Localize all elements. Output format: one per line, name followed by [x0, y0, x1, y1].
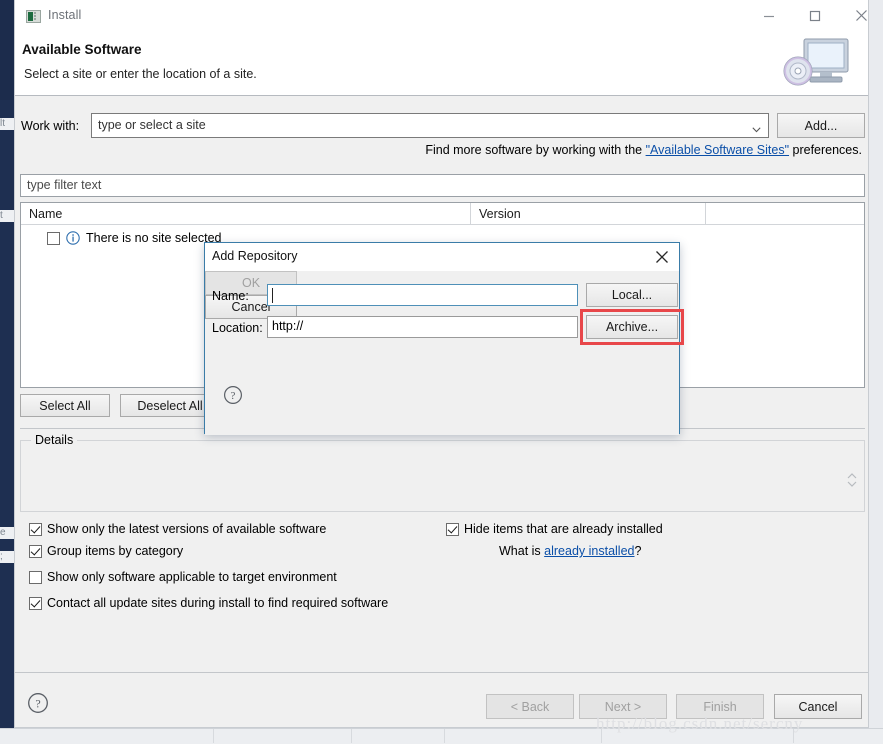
dialog-body: Name: Local... Location: http:// Archive… — [205, 271, 684, 435]
info-icon — [66, 231, 80, 245]
find-more-software-text: Find more software by working with the "… — [425, 143, 862, 157]
minimize-button[interactable] — [746, 0, 792, 31]
find-more-suffix: preferences. — [789, 143, 863, 157]
already-installed-link[interactable]: already installed — [544, 544, 634, 558]
dialog-title-bar[interactable]: Add Repository — [205, 243, 679, 271]
screen-root: lt t e ; Install Available Software Sele… — [0, 0, 883, 744]
column-header-version[interactable]: Version — [471, 203, 706, 225]
available-software-sites-link[interactable]: "Available Software Sites" — [646, 143, 789, 157]
help-question-icon[interactable]: ? — [223, 385, 243, 405]
find-more-prefix: Find more software by working with the — [425, 143, 646, 157]
checkbox[interactable] — [446, 522, 459, 536]
add-site-button[interactable]: Add... — [777, 113, 865, 138]
maximize-button[interactable] — [792, 0, 838, 31]
filter-input[interactable]: type filter text — [20, 174, 865, 197]
location-field[interactable]: http:// — [267, 316, 578, 338]
column-header-name[interactable]: Name — [21, 203, 471, 225]
work-with-value: type or select a site — [98, 118, 206, 132]
desktop-right-edge — [869, 0, 883, 743]
what-is-prefix: What is — [499, 544, 545, 558]
checkbox[interactable] — [29, 596, 42, 610]
taskbar-divider — [600, 729, 602, 743]
close-icon[interactable] — [652, 247, 672, 267]
option-group-by-category[interactable]: Group items by category — [29, 544, 183, 558]
taskbar-divider — [443, 729, 445, 743]
window-title-bar[interactable]: Install — [15, 0, 868, 33]
wizard-banner: Available Software Select a site or ente… — [15, 33, 868, 96]
option-label: Hide items that are already installed — [464, 522, 663, 536]
text-caret — [272, 288, 273, 303]
install-app-icon — [26, 9, 41, 24]
option-only-applicable-target[interactable]: Show only software applicable to target … — [29, 570, 337, 584]
row-checkbox[interactable] — [47, 231, 60, 245]
row-name: There is no site selected — [86, 231, 222, 245]
monitor-cd-icon — [776, 33, 868, 95]
background-window-fragment: ; — [0, 551, 14, 563]
cancel-button[interactable]: Cancel — [774, 694, 862, 719]
details-legend: Details — [31, 433, 78, 447]
window-title: Install — [48, 8, 82, 22]
option-label: Show only software applicable to target … — [47, 570, 337, 584]
svg-text:?: ? — [231, 390, 236, 402]
dialog-title: Add Repository — [212, 249, 298, 263]
checkbox[interactable] — [29, 544, 42, 558]
location-label: Location: — [212, 321, 263, 335]
add-repository-dialog: Add Repository Name: Local... Location: … — [204, 242, 684, 435]
what-is-suffix: ? — [634, 544, 642, 558]
select-all-button[interactable]: Select All — [20, 394, 110, 417]
taskbar-divider — [792, 729, 794, 743]
name-field[interactable] — [267, 284, 578, 306]
table-row[interactable]: There is no site selected — [47, 231, 222, 245]
local-button[interactable]: Local... — [586, 283, 678, 307]
page-subtitle: Select a site or enter the location of a… — [24, 67, 257, 81]
option-show-latest-versions[interactable]: Show only the latest versions of availab… — [29, 522, 326, 536]
scroll-spinner-icon[interactable] — [846, 471, 858, 489]
page-title: Available Software — [22, 42, 142, 57]
taskbar-divider — [212, 729, 214, 743]
background-window-fragment: lt — [0, 118, 14, 130]
option-label: Show only the latest versions of availab… — [47, 522, 327, 536]
filter-input-text: type filter text — [27, 178, 102, 192]
background-window-fragment: e — [0, 527, 14, 539]
help-question-icon[interactable]: ? — [27, 692, 49, 714]
column-header-blank[interactable] — [706, 203, 864, 225]
work-with-label: Work with: — [21, 119, 80, 133]
background-window-fragment: t — [0, 210, 14, 222]
option-hide-installed[interactable]: Hide items that are already installed — [446, 522, 663, 536]
desktop-left-edge-lower — [0, 100, 14, 743]
close-button[interactable] — [838, 0, 883, 31]
option-label: Group items by category — [47, 544, 184, 558]
checkbox[interactable] — [29, 570, 42, 584]
back-button[interactable]: < Back — [486, 694, 574, 719]
archive-button-highlight — [580, 309, 684, 345]
taskbar-divider — [350, 729, 352, 743]
taskbar[interactable] — [0, 728, 883, 744]
details-panel — [20, 440, 865, 512]
option-contact-all-update-sites[interactable]: Contact all update sites during install … — [29, 596, 388, 610]
work-with-combo[interactable]: type or select a site — [91, 113, 769, 138]
option-label: Contact all update sites during install … — [47, 596, 389, 610]
name-label: Name: — [212, 289, 249, 303]
location-field-value: http:// — [272, 319, 304, 333]
chevron-down-icon[interactable] — [752, 122, 761, 133]
wizard-footer: ? < Back Next > Finish Cancel — [15, 672, 868, 727]
checkbox[interactable] — [29, 522, 42, 536]
svg-text:?: ? — [35, 697, 40, 711]
next-button[interactable]: Next > — [579, 694, 667, 719]
what-is-already-installed: What is already installed? — [499, 544, 641, 558]
finish-button[interactable]: Finish — [676, 694, 764, 719]
